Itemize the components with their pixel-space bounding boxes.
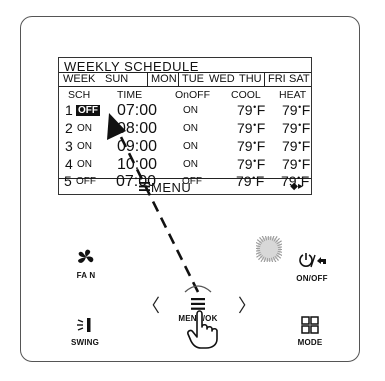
right-arrow-button[interactable]: 〉 [238, 292, 256, 318]
onoff-label: ON/OFF [296, 274, 328, 283]
onoff-button[interactable]: ON/OFF [292, 252, 332, 283]
mode-grid-icon [301, 316, 319, 334]
mode-label: MODE [297, 338, 323, 347]
sensor-grille-icon [256, 236, 282, 262]
left-arrow-button[interactable]: 〈 [142, 292, 160, 318]
power-icon [299, 253, 326, 268]
dashed-arrow-line [116, 130, 200, 293]
swing-button[interactable]: SWING [68, 316, 102, 347]
back-arrow-icon [317, 257, 326, 264]
fan-label: FA N [76, 271, 96, 280]
swing-icon [77, 318, 91, 332]
mode-button[interactable]: MODE [293, 316, 327, 347]
up-curve-icon [184, 285, 212, 293]
pointing-hand-icon [187, 310, 218, 349]
fan-button[interactable]: FA N [71, 247, 101, 280]
fan-icon [78, 249, 94, 263]
arrowhead [107, 113, 126, 140]
swing-label: SWING [70, 338, 100, 347]
